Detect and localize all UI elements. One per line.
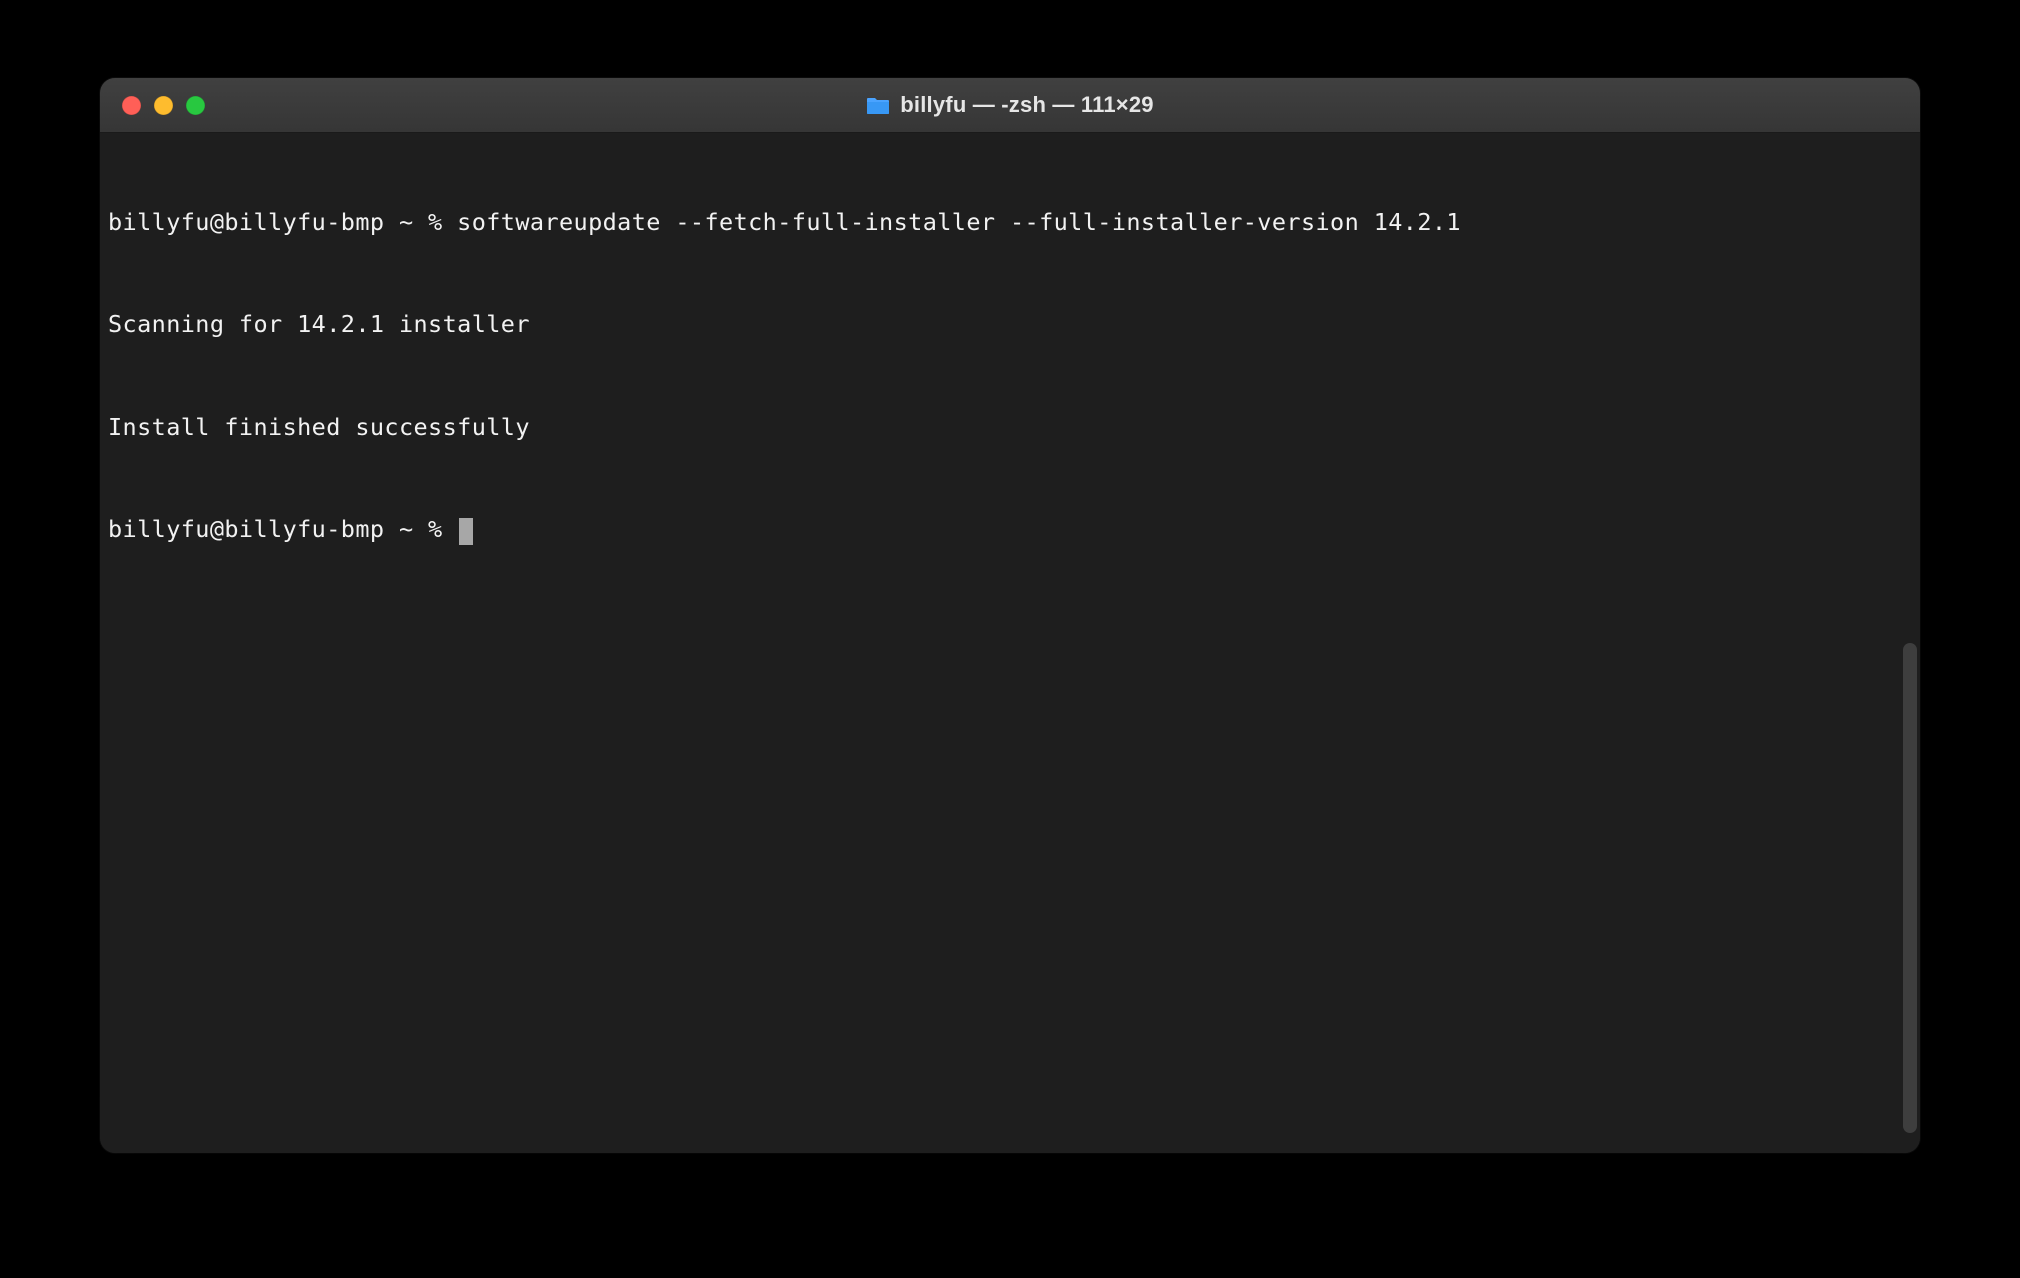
terminal-prompt-line: billyfu@billyfu-bmp ~ %: [108, 512, 1912, 546]
title-bar: billyfu — -zsh — 111×29: [100, 78, 1920, 133]
cursor-icon: [459, 518, 473, 545]
terminal-line: billyfu@billyfu-bmp ~ % softwareupdate -…: [108, 205, 1912, 239]
terminal-line: Scanning for 14.2.1 installer: [108, 307, 1912, 341]
terminal-line: Install finished successfully: [108, 410, 1912, 444]
window-title: billyfu — -zsh — 111×29: [900, 92, 1153, 118]
terminal-window: billyfu — -zsh — 111×29 billyfu@billyfu-…: [100, 78, 1920, 1153]
folder-icon: [866, 95, 890, 115]
scrollbar[interactable]: [1903, 643, 1917, 1133]
minimize-button[interactable]: [154, 96, 173, 115]
terminal-body[interactable]: billyfu@billyfu-bmp ~ % softwareupdate -…: [100, 133, 1920, 1153]
traffic-lights: [100, 96, 205, 115]
title-center: billyfu — -zsh — 111×29: [100, 92, 1920, 118]
maximize-button[interactable]: [186, 96, 205, 115]
terminal-prompt: billyfu@billyfu-bmp ~ %: [108, 515, 457, 543]
close-button[interactable]: [122, 96, 141, 115]
